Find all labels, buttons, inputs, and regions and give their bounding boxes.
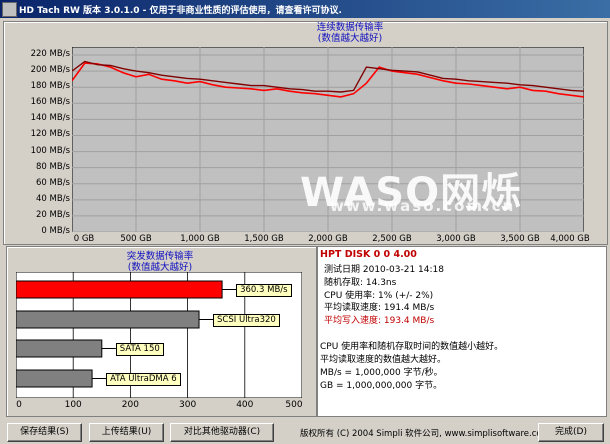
y-tick-label: 160 MB/s: [30, 97, 70, 108]
y-tick-label: 80 MB/s: [36, 161, 70, 172]
note-gb: GB = 1,000,000,000 字节。: [320, 381, 443, 391]
random-access: 随机存取: 14.3ns: [324, 278, 397, 288]
burst-caption-line1: 突发数据传输率: [126, 251, 194, 262]
burst-bar-label: ATA UltraDMA 6: [106, 373, 181, 386]
burst-x-tick-label: 200: [121, 400, 139, 410]
copyright-footer: 版权所有 (C) 2004 Simpli 软件公司, www.simplisof…: [300, 429, 550, 439]
test-date: 测试日期 2010-03-21 14:18: [324, 265, 444, 275]
burst-bar: [16, 280, 223, 299]
note-mbs: MB/s = 1,000,000 字节/秒。: [320, 368, 443, 378]
x-tick-label: 1,500 GB: [244, 234, 284, 244]
x-tick-label: 1,000 GB: [180, 234, 220, 244]
title-bar: HD Tach RW 版本 3.0.1.0 - 仅用于非商业性质的评估使用，请查…: [0, 0, 610, 18]
burst-bar: [16, 310, 200, 329]
y-tick-label: 0 MB/s: [41, 226, 70, 236]
upload-button[interactable]: 上传结果(U): [89, 423, 164, 442]
burst-bar: [16, 369, 93, 388]
sequential-caption-line2: (数值越大越好): [317, 33, 383, 44]
y-tick-label: 140 MB/s: [30, 113, 70, 124]
burst-x-tick-label: 0: [16, 400, 22, 410]
x-tick-label: 2,500 GB: [372, 234, 412, 244]
burst-bar: [16, 339, 103, 358]
y-tick-label: 220 MB/s: [30, 49, 70, 60]
burst-x-tick-label: 300: [179, 400, 197, 410]
y-tick-label: 100 MB/s: [30, 145, 70, 156]
y-tick-label: 200 MB/s: [30, 65, 70, 76]
y-tick-label: 60 MB/s: [36, 177, 70, 188]
burst-caption: 突发数据传输率 (数值越大越好): [100, 251, 220, 273]
sequential-caption: 连续数据传输率 (数值越大越好): [250, 22, 450, 44]
sequential-caption-line1: 连续数据传输率: [316, 22, 384, 33]
x-tick-label: 500 GB: [120, 234, 152, 244]
note-cpu: CPU 使用率和随机存取时间的数值越小越好。: [320, 342, 504, 352]
window-title: HD Tach RW 版本 3.0.1.0 - 仅用于非商业性质的评估使用，请查…: [19, 6, 342, 16]
x-tick-label: 2,000 GB: [308, 234, 348, 244]
done-button[interactable]: 完成(D): [538, 423, 604, 442]
burst-x-tick-label: 500: [285, 400, 303, 410]
burst-x-tick-label: 400: [236, 400, 254, 410]
y-tick-label: 180 MB/s: [30, 81, 70, 92]
app-icon: [2, 2, 17, 17]
y-tick-label: 20 MB/s: [36, 209, 70, 220]
x-tick-label: 3,000 GB: [436, 234, 476, 244]
x-tick-label: 3,500 GB: [500, 234, 540, 244]
x-tick-label: 0 GB: [73, 234, 95, 244]
save-button[interactable]: 保存结果(S): [7, 423, 82, 442]
burst-bar-label: SCSI Ultra320: [213, 314, 280, 327]
x-tick-label: 4,000 GB: [550, 234, 590, 244]
y-tick-label: 120 MB/s: [30, 129, 70, 140]
watermark-url: www.waso.com.cn: [330, 197, 516, 215]
avg-read: 平均读取速度: 191.4 MB/s: [324, 303, 435, 313]
avg-write: 平均写入速度: 193.4 MB/s: [324, 316, 435, 326]
compare-button[interactable]: 对比其他驱动器(C): [170, 423, 274, 442]
note-read: 平均读取速度的数值越大越好。: [320, 355, 447, 365]
drive-name: HPT DISK 0 0 4.00: [320, 249, 417, 260]
burst-x-tick-label: 100: [64, 400, 82, 410]
burst-bar-label: SATA 150: [115, 343, 164, 356]
burst-bar-label: 360.3 MB/s: [236, 284, 292, 297]
y-tick-label: 40 MB/s: [36, 193, 70, 204]
